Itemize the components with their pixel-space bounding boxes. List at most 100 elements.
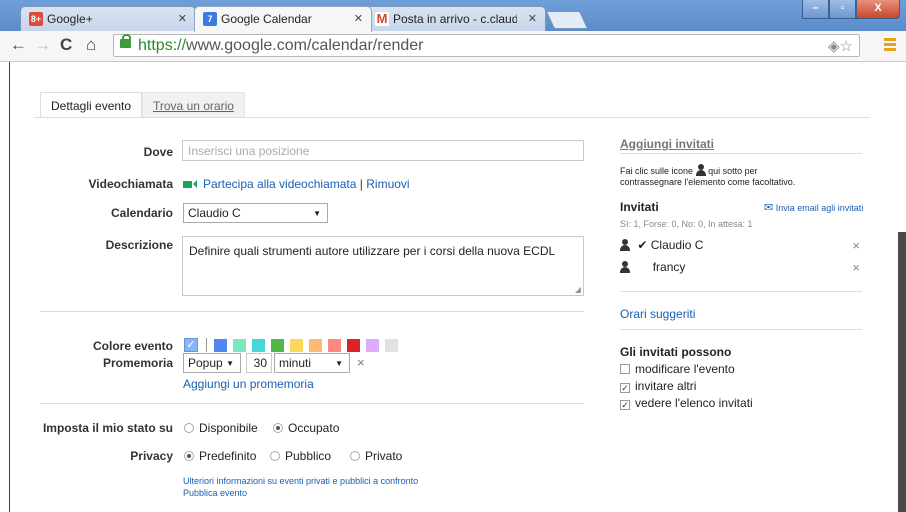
perm-modify-option[interactable]: modificare l'evento [620, 362, 735, 376]
radio-busy[interactable] [273, 423, 283, 433]
add-guests-link[interactable]: Aggiungi invitati [620, 137, 714, 151]
calendar-icon: 7 [203, 12, 217, 26]
where-input[interactable]: Inserisci una posizione [182, 140, 584, 161]
guest-name: francy [652, 260, 686, 274]
video-separator: | [359, 177, 363, 191]
guests-hint-part1: Fai clic sulle icone [620, 166, 694, 176]
lock-icon [120, 34, 131, 48]
section-divider [40, 311, 584, 312]
remove-guest-icon[interactable]: × [852, 238, 860, 253]
privacy-public-option[interactable]: Pubblico [270, 449, 331, 463]
chrome-menu-icon[interactable] [884, 38, 896, 52]
status-available-option[interactable]: Disponibile [184, 421, 258, 435]
status-busy-text: Occupato [288, 421, 340, 435]
suggested-times-link[interactable]: Orari suggeriti [620, 307, 695, 321]
reminder-unit-select[interactable]: minuti ▼ [274, 353, 350, 373]
guests-hint-part2: qui sotto per [708, 166, 758, 176]
email-guests-text: Invia email agli invitati [775, 203, 864, 213]
color-swatch[interactable] [290, 339, 303, 352]
publish-event-link[interactable]: Pubblica evento [183, 488, 247, 498]
privacy-default-option[interactable]: Predefinito [184, 449, 256, 463]
color-swatch[interactable] [252, 339, 265, 352]
guests-divider [620, 291, 862, 292]
back-arrow-icon[interactable]: ← [10, 35, 27, 55]
event-color-label: Colore evento [92, 339, 173, 353]
perm-see-text: vedere l'elenco invitati [635, 396, 753, 410]
color-swatch[interactable] [385, 339, 398, 352]
tab-title: Google Calendar [221, 12, 312, 26]
reminder-type-select[interactable]: Popup ▼ [183, 353, 241, 373]
forward-arrow-icon[interactable]: → [34, 35, 51, 55]
perm-invite-text: invitare altri [635, 379, 697, 393]
resize-handle-icon[interactable]: ◢ [575, 285, 581, 294]
perm-see-option[interactable]: ✓ vedere l'elenco invitati [620, 396, 753, 410]
reminder-amount-input[interactable]: 30 [246, 353, 272, 373]
guest-check-icon: ✔ [637, 238, 648, 252]
checkbox-modify[interactable] [620, 364, 630, 374]
where-placeholder: Inserisci una posizione [188, 144, 310, 158]
perm-invite-option[interactable]: ✓ invitare altri [620, 379, 696, 393]
reload-icon[interactable]: C [60, 35, 72, 55]
scrollbar[interactable] [898, 232, 906, 512]
radio-private[interactable] [350, 451, 360, 461]
privacy-public-text: Pubblico [285, 449, 332, 463]
radio-available[interactable] [184, 423, 194, 433]
browser-tab-gmail[interactable]: M Posta in arrivo - c.claudio ✕ [366, 6, 546, 31]
status-busy-option[interactable]: Occupato [273, 421, 339, 435]
email-guests-link[interactable]: ✉ Invia email agli invitati [764, 201, 863, 214]
default-color-checkbox[interactable]: ✓ [184, 338, 198, 352]
close-tab-icon[interactable]: ✕ [178, 12, 187, 25]
reminder-label: Promemoria [102, 356, 173, 370]
radio-default[interactable] [184, 451, 194, 461]
perm-modify-text: modificare l'evento [635, 362, 735, 376]
add-reminder-link[interactable]: Aggiungi un promemoria [183, 377, 314, 391]
person-icon[interactable] [620, 239, 630, 251]
tab-find-time[interactable]: Trova un orario [142, 92, 245, 118]
url-scheme: https:// [138, 37, 187, 54]
privacy-private-option[interactable]: Privato [350, 449, 402, 463]
person-icon[interactable] [620, 261, 630, 273]
color-swatch[interactable] [347, 339, 360, 352]
privacy-default-text: Predefinito [199, 449, 257, 463]
color-swatch[interactable] [366, 339, 379, 352]
tab-event-details[interactable]: Dettagli evento [40, 92, 143, 118]
remove-guest-icon[interactable]: × [852, 260, 860, 275]
video-camera-lens-icon [193, 180, 197, 188]
bookmark-star-icon[interactable]: ◈☆ [828, 36, 853, 57]
color-swatch[interactable] [214, 339, 227, 352]
minimize-icon[interactable]: – [802, 0, 829, 19]
description-text: Definire quali strumenti autore utilizza… [189, 244, 556, 258]
browser-toolbar: ← → C ⌂ https://www.google.com/calendar/… [0, 31, 906, 62]
color-swatch[interactable] [271, 339, 284, 352]
close-tab-icon[interactable]: ✕ [354, 12, 363, 25]
privacy-info-link[interactable]: Ulteriori informazioni su eventi privati… [183, 476, 418, 486]
remove-video-call-link[interactable]: Rimuovi [366, 177, 409, 191]
join-video-call-link[interactable]: Partecipa alla videochiamata [203, 177, 356, 191]
calendar-label: Calendario [110, 206, 173, 220]
radio-public[interactable] [270, 451, 280, 461]
guest-row: ✔ Claudio C × [620, 238, 862, 253]
color-swatch[interactable] [328, 339, 341, 352]
chevron-down-icon: ▼ [313, 209, 321, 218]
reminder-amount-value: 30 [253, 356, 267, 370]
new-tab-button[interactable] [545, 11, 589, 29]
description-textarea[interactable]: Definire quali strumenti autore utilizza… [182, 236, 584, 296]
description-label: Descrizione [105, 238, 173, 252]
invited-title: Invitati [620, 200, 659, 214]
home-icon[interactable]: ⌂ [86, 35, 96, 55]
close-tab-icon[interactable]: ✕ [528, 12, 537, 25]
checkbox-invite[interactable]: ✓ [620, 383, 630, 393]
color-swatch[interactable] [309, 339, 322, 352]
maximize-icon[interactable]: ▫ [829, 0, 856, 19]
chevron-down-icon: ▼ [226, 359, 234, 368]
address-bar[interactable]: https://www.google.com/calendar/render ◈… [113, 34, 860, 57]
close-window-icon[interactable]: X [856, 0, 900, 19]
video-call-row: Partecipa alla videochiamata | Rimuovi [183, 177, 410, 191]
color-swatch[interactable] [233, 339, 246, 352]
google-plus-icon: 8+ [29, 12, 43, 26]
browser-tab-google-plus[interactable]: 8+ Google+ ✕ [20, 6, 196, 31]
checkbox-see-list[interactable]: ✓ [620, 400, 630, 410]
browser-tab-calendar[interactable]: 7 Google Calendar ✕ [194, 6, 372, 32]
calendar-select[interactable]: Claudio C ▼ [183, 203, 328, 223]
remove-reminder-icon[interactable]: × [357, 355, 365, 370]
